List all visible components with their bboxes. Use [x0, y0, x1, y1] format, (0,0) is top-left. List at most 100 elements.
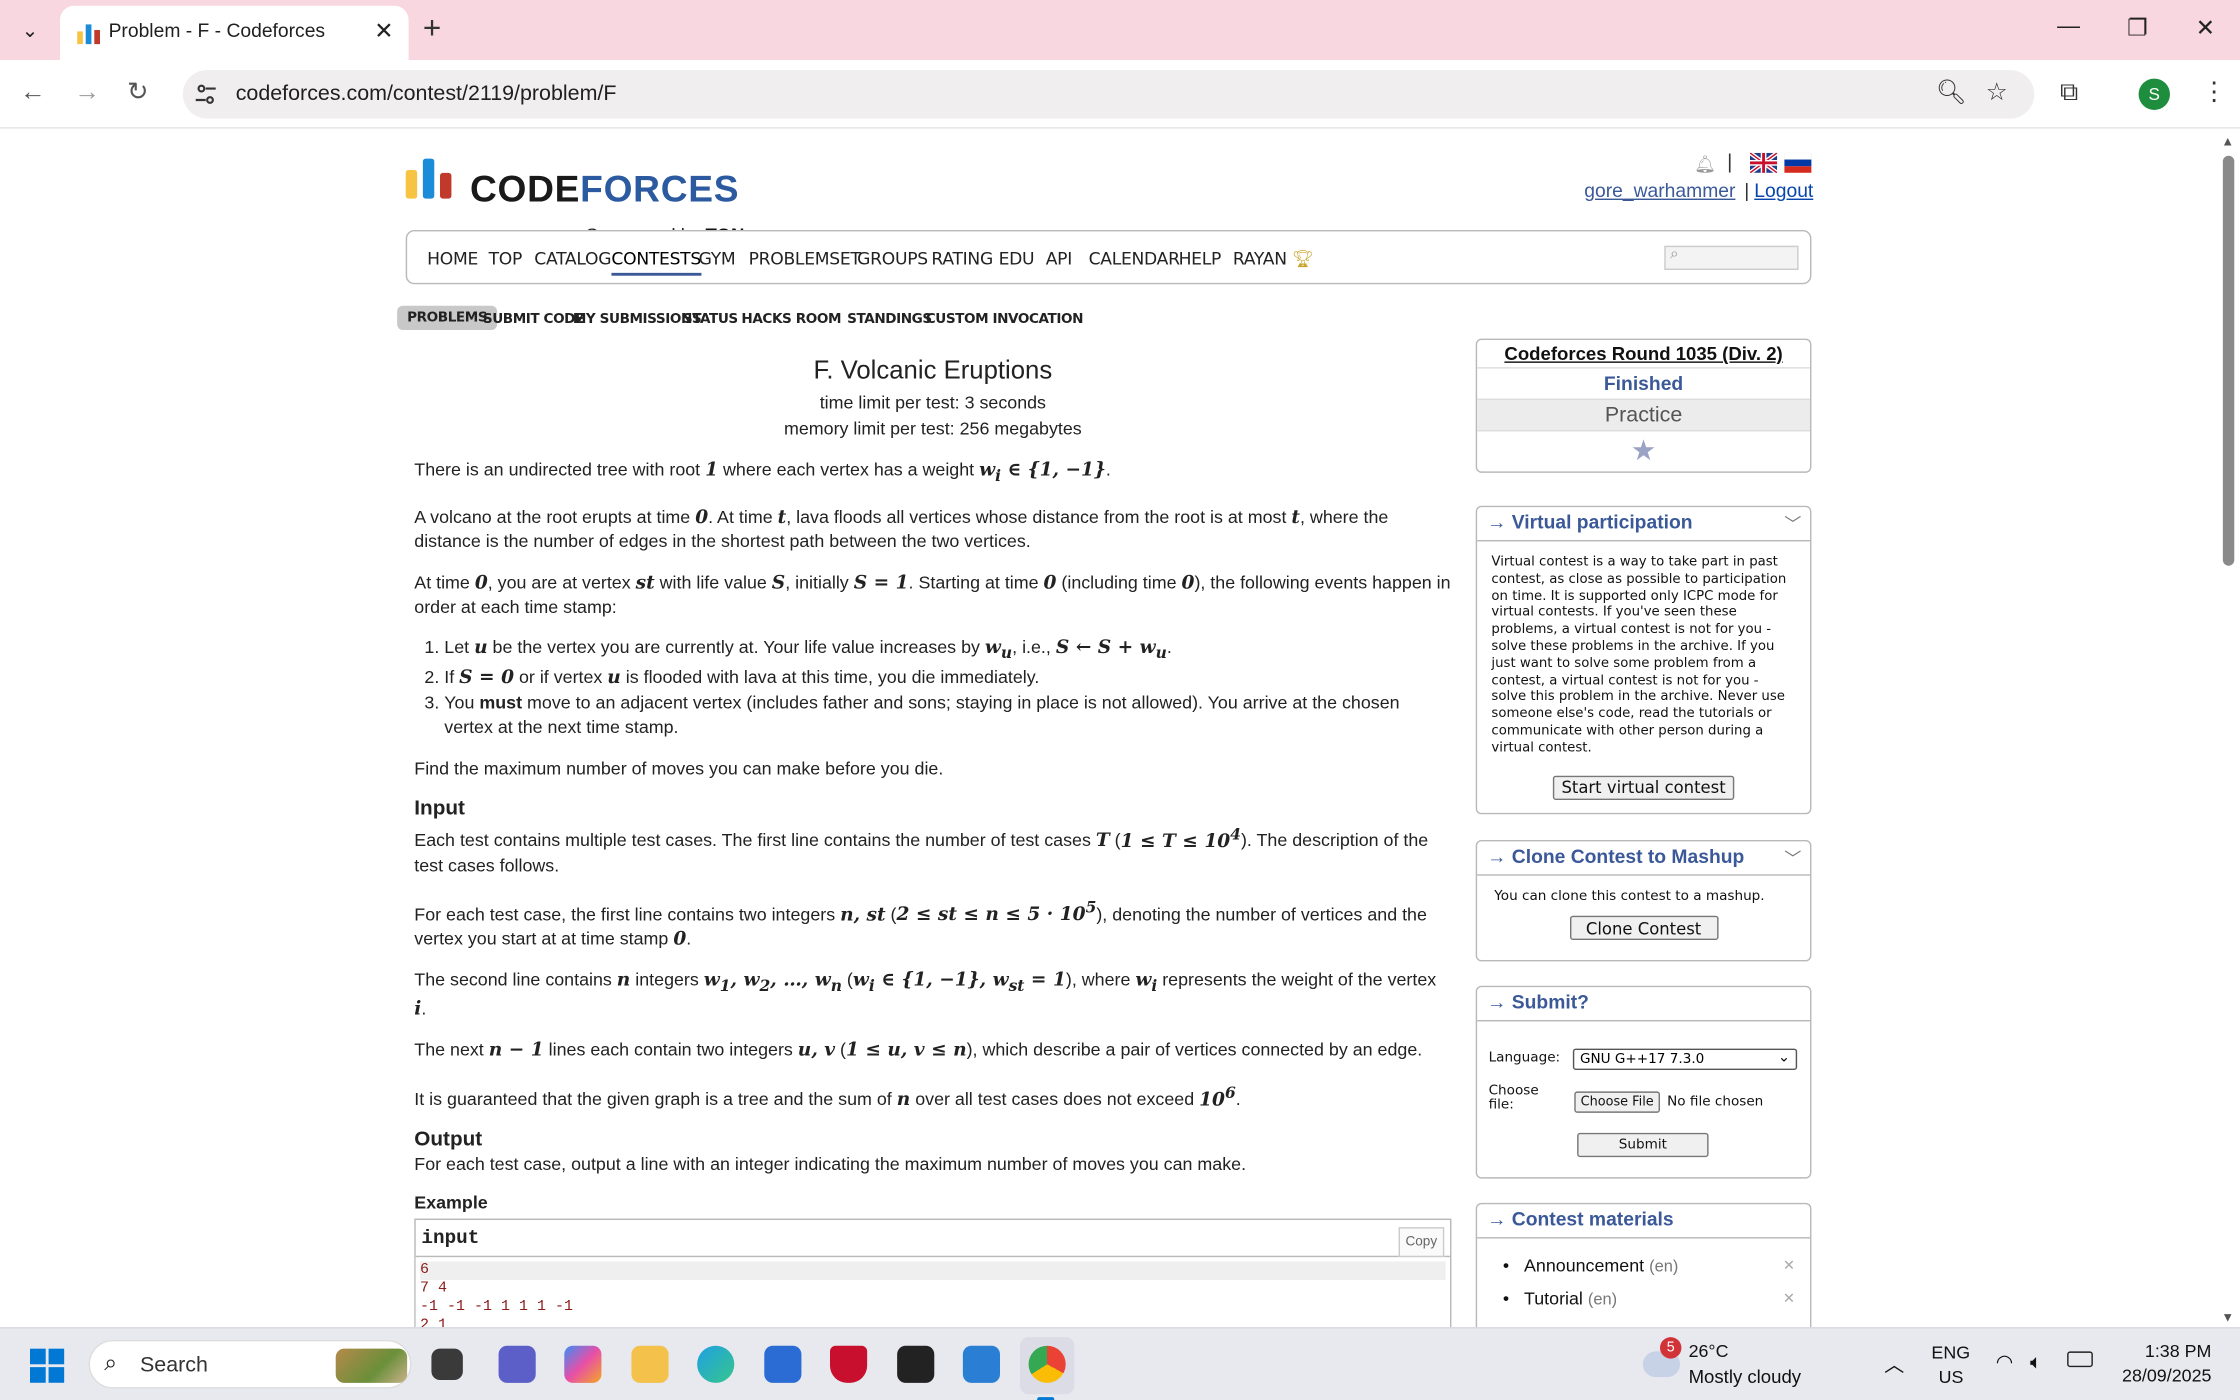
close-icon[interactable]: ✕	[1783, 1291, 1795, 1307]
weather-temperature[interactable]: 26°C	[1689, 1341, 1729, 1361]
menu-gym[interactable]: GYM	[699, 249, 736, 269]
input-paragraph: The second line contains n integers w1, …	[414, 969, 1437, 1021]
material-tutorial[interactable]: • Tutorial (en)	[1503, 1289, 1617, 1309]
volume-icon[interactable]: 🔈︎	[2030, 1350, 2042, 1374]
mcafee-icon[interactable]	[829, 1345, 868, 1383]
vscode-icon[interactable]	[962, 1345, 1000, 1383]
notification-icon[interactable]: 🔔︎	[1694, 154, 1716, 174]
round-name-link[interactable]: Codeforces Round 1035 (Div. 2)	[1477, 340, 1810, 369]
menu-edu[interactable]: EDU	[999, 249, 1035, 269]
problem-statement: F. Volcanic Eruptions time limit per tes…	[414, 344, 1452, 1328]
submenu-room[interactable]: ROOM	[796, 311, 842, 327]
wifi-icon[interactable]: ◠	[1996, 1350, 2013, 1374]
file-explorer-icon[interactable]	[631, 1345, 669, 1383]
menu-calendar[interactable]: CALENDAR	[1089, 249, 1180, 269]
battery-icon[interactable]	[2067, 1351, 2093, 1368]
back-icon[interactable]: ←	[20, 77, 46, 107]
omnibox[interactable]: codeforces.com/contest/2119/problem/F 🔍︎…	[182, 69, 2035, 119]
submenu-hacks[interactable]: HACKS	[741, 311, 791, 327]
chevron-down-icon[interactable]: ﹀	[1784, 846, 1801, 870]
zoom-icon[interactable]: 🔍︎	[1936, 79, 1967, 108]
statement-paragraph: A volcano at the root erupts at time 0. …	[414, 506, 1389, 551]
teams-icon[interactable]	[498, 1345, 536, 1383]
sample-body[interactable]: 6 7 4 -1 -1 -1 1 1 1 -1 2 1 3 2 4 3 5 4	[415, 1256, 1450, 1328]
new-tab-icon[interactable]: +	[423, 12, 441, 44]
menu-rayan[interactable]: RAYAN 🏆︎	[1233, 249, 1314, 269]
russian-flag-icon[interactable]	[1784, 152, 1812, 173]
input-paragraph: The next n − 1 lines each contain two in…	[414, 1040, 1423, 1063]
menu-api[interactable]: API	[1046, 249, 1073, 269]
copy-button[interactable]: Copy	[1398, 1226, 1445, 1257]
submit-button[interactable]: Submit	[1577, 1132, 1709, 1158]
menu-top[interactable]: TOP	[489, 249, 523, 269]
chevron-down-icon[interactable]: ﹀	[1784, 511, 1801, 535]
menu-search-input[interactable]: ⌕	[1664, 245, 1799, 270]
extensions-icon[interactable]: ⧉	[2060, 77, 2078, 107]
submenu-submit-code[interactable]: SUBMIT CODE	[483, 311, 584, 327]
close-icon[interactable]: ✕	[1783, 1259, 1795, 1275]
clone-contest-button[interactable]: Clone Contest	[1569, 915, 1718, 940]
start-virtual-contest-button[interactable]: Start virtual contest	[1552, 775, 1735, 800]
window-close-icon[interactable]: ✕	[2196, 14, 2215, 43]
forward-icon[interactable]: →	[74, 77, 100, 107]
choose-file-button[interactable]: Choose File	[1574, 1091, 1660, 1113]
language-select[interactable]: GNU G++17 7.3.0 ⌄	[1572, 1048, 1798, 1070]
chrome-icon[interactable]	[1028, 1345, 1066, 1383]
browser-menu-icon[interactable]: ⋮	[2201, 77, 2227, 107]
clock-time[interactable]: 1:38 PM	[2129, 1341, 2212, 1361]
username-link[interactable]: gore_warhammer	[1584, 180, 1735, 201]
scroll-down-icon[interactable]: ▼	[2221, 1310, 2234, 1324]
reload-icon[interactable]: ↻	[127, 77, 149, 107]
restore-icon[interactable]: ❐	[2127, 14, 2147, 43]
browser-tab-active[interactable]: Problem - F - Codeforces ✕	[59, 5, 409, 60]
taskbar-search[interactable]: ⌕ Search	[88, 1339, 412, 1389]
submenu-custom-invocation[interactable]: CUSTOM INVOCATION	[926, 311, 1084, 327]
material-announcement[interactable]: • Announcement (en)	[1503, 1256, 1678, 1276]
menu-problemset[interactable]: PROBLEMSET	[749, 249, 861, 269]
bookmark-star-icon[interactable]: ☆	[1986, 79, 2008, 108]
tab-search-dropdown-icon[interactable]: ⌄	[11, 11, 48, 48]
chevron-down-icon: ⌄	[1778, 1049, 1790, 1066]
minimize-icon[interactable]: —	[2057, 14, 2080, 40]
submit-title: → Submit?	[1477, 987, 1810, 1022]
sticky-notes-icon[interactable]	[897, 1345, 935, 1383]
weather-condition[interactable]: Mostly cloudy	[1689, 1366, 1802, 1387]
store-icon[interactable]	[764, 1345, 802, 1383]
page-scrollbar[interactable]: ▲ ▼	[2217, 129, 2240, 1328]
separator: |	[1744, 179, 1750, 202]
clock-date[interactable]: 28/09/2025	[2111, 1366, 2211, 1386]
input-region[interactable]: US	[1939, 1367, 1964, 1387]
separator: |	[1727, 149, 1733, 173]
input-language[interactable]: ENG	[1931, 1343, 1970, 1363]
url-text[interactable]: codeforces.com/contest/2119/problem/F	[236, 81, 617, 105]
example-heading: Example	[414, 1192, 488, 1213]
menu-home[interactable]: HOME	[427, 249, 478, 269]
sample-line: 2 1	[419, 1316, 448, 1328]
clone-title[interactable]: → Clone Contest to Mashup ﹀	[1477, 841, 1810, 876]
menu-catalog[interactable]: CATALOG	[534, 249, 611, 269]
tray-overflow-chevron-icon[interactable]: ︿	[1884, 1350, 1904, 1379]
menu-rating[interactable]: RATING	[931, 249, 993, 269]
submenu-status[interactable]: STATUS	[683, 311, 738, 327]
submenu-standings[interactable]: STANDINGS	[847, 311, 932, 327]
edge-icon[interactable]	[697, 1345, 735, 1383]
time-limit: time limit per test: 3 seconds	[819, 392, 1047, 413]
taskbar-search-label: Search	[139, 1352, 208, 1378]
copilot-icon[interactable]	[564, 1345, 602, 1383]
virtual-title[interactable]: → Virtual participation ﹀	[1477, 507, 1810, 542]
favourite-star-icon[interactable]: ★	[1477, 431, 1810, 471]
menu-help[interactable]: HELP	[1179, 249, 1222, 269]
tab-title: Problem - F - Codeforces	[108, 19, 326, 42]
logout-link[interactable]: Logout	[1754, 180, 1813, 201]
english-flag-icon[interactable]	[1749, 152, 1778, 173]
scrollbar-thumb[interactable]	[2222, 155, 2235, 566]
menu-groups[interactable]: GROUPS	[857, 249, 928, 269]
windows-start-icon[interactable]	[29, 1348, 65, 1383]
task-view-icon[interactable]	[431, 1348, 463, 1380]
close-tab-icon[interactable]: ✕	[374, 17, 393, 46]
menu-contests[interactable]: CONTESTS	[611, 249, 701, 276]
scroll-up-icon[interactable]: ▲	[2221, 134, 2234, 148]
no-file-text: No file chosen	[1667, 1094, 1764, 1110]
profile-avatar[interactable]: S	[2138, 78, 2170, 110]
site-info-icon[interactable]	[194, 83, 217, 106]
